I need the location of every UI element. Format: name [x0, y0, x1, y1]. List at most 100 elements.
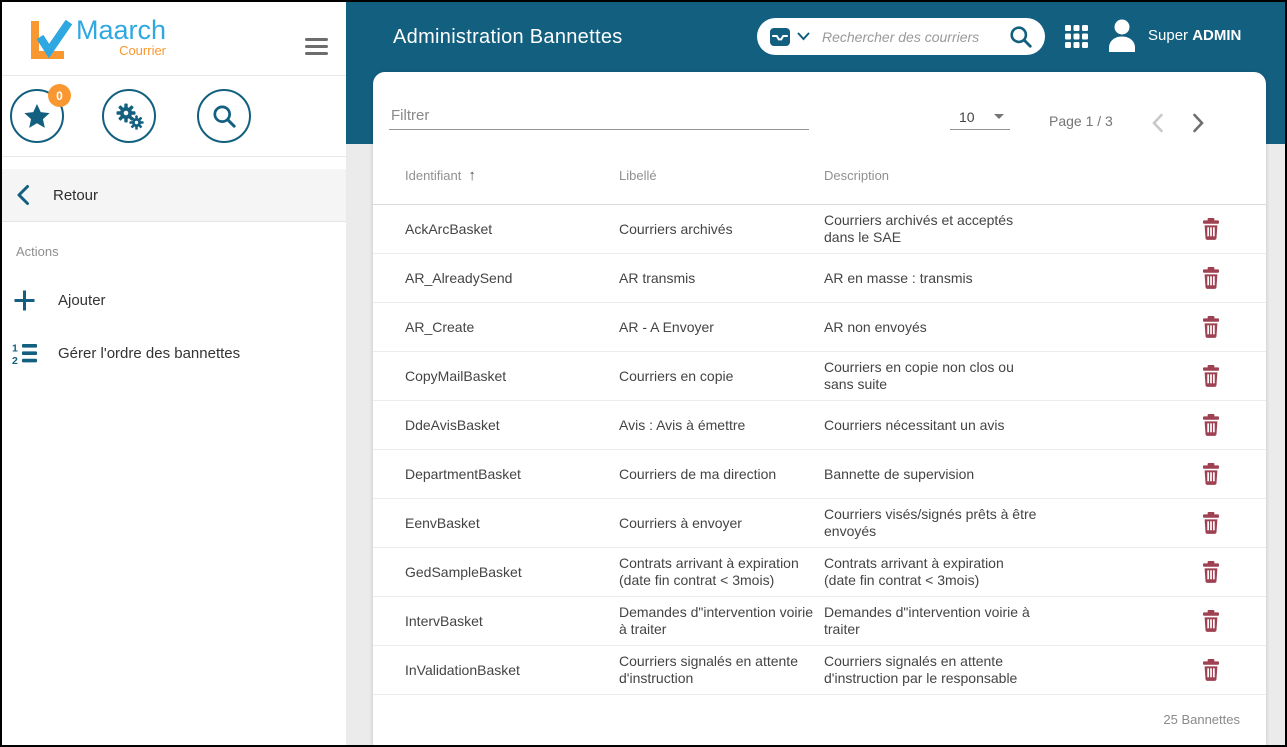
basket-identifier: IntervBasket	[405, 613, 619, 630]
sidebar-item-label: Ajouter	[58, 292, 106, 309]
table-row[interactable]: GedSampleBasketContrats arrivant à expir…	[373, 548, 1266, 597]
page-title: Administration Bannettes	[393, 26, 623, 49]
basket-description: Contrats arrivant à expiration (date fin…	[824, 555, 1165, 589]
quick-actions: 0	[2, 76, 346, 157]
delete-basket-button[interactable]	[1199, 412, 1223, 438]
filter-input[interactable]	[389, 102, 809, 130]
table-row[interactable]: AckArcBasketCourriers archivésCourriers …	[373, 205, 1266, 254]
table-row[interactable]: CopyMailBasketCourriers en copieCourrier…	[373, 352, 1266, 401]
trash-icon	[1201, 218, 1221, 240]
apps-grid-icon	[1065, 25, 1088, 48]
basket-row-actions	[1165, 314, 1266, 340]
trash-icon	[1201, 610, 1221, 632]
page-indicator: Page 1 / 3	[1049, 113, 1113, 129]
maarch-logo-icon	[28, 16, 72, 62]
chevron-right-icon	[1192, 113, 1205, 133]
sidebar-item-order-baskets[interactable]: 1 2 Gérer l'ordre des bannettes	[2, 342, 346, 365]
table-header-row: Identifiant ↑ Libellé Description	[373, 147, 1266, 205]
table-row[interactable]: DdeAvisBasketAvis : Avis à émettreCourri…	[373, 401, 1266, 450]
trash-icon	[1201, 659, 1221, 681]
basket-identifier: CopyMailBasket	[405, 368, 619, 385]
basket-identifier: EenvBasket	[405, 515, 619, 532]
basket-identifier: AR_AlreadySend	[405, 270, 619, 287]
user-menu[interactable]: Super ADMIN	[1104, 16, 1241, 54]
back-label: Retour	[53, 187, 98, 204]
basket-description: Courriers en copie non clos ou sans suit…	[824, 359, 1165, 393]
basket-row-actions	[1165, 216, 1266, 242]
user-name: Super ADMIN	[1148, 27, 1241, 44]
apps-grid-button[interactable]	[1065, 25, 1088, 51]
search-submit-button[interactable]	[1007, 23, 1035, 51]
search-icon	[1009, 25, 1033, 49]
search-circle-button[interactable]	[197, 89, 251, 143]
delete-basket-button[interactable]	[1199, 510, 1223, 536]
sort-ascending-icon: ↑	[468, 167, 476, 184]
basket-label: Courriers en copie	[619, 368, 824, 385]
delete-basket-button[interactable]	[1199, 559, 1223, 585]
basket-row-actions	[1165, 412, 1266, 438]
baskets-count: 25 Bannettes	[1163, 712, 1240, 727]
trash-icon	[1201, 267, 1221, 289]
trash-icon	[1201, 561, 1221, 583]
delete-basket-button[interactable]	[1199, 314, 1223, 340]
inbox-icon	[769, 27, 791, 47]
column-header-identifiant[interactable]: Identifiant ↑	[405, 167, 619, 184]
delete-basket-button[interactable]	[1199, 608, 1223, 634]
column-header-libelle[interactable]: Libellé	[619, 168, 824, 183]
delete-basket-button[interactable]	[1199, 216, 1223, 242]
hamburger-menu-icon[interactable]	[301, 30, 332, 63]
next-page-button[interactable]	[1190, 111, 1207, 135]
table-row[interactable]: IntervBasketDemandes d"intervention voir…	[373, 597, 1266, 646]
table-row[interactable]: EenvBasketCourriers à envoyerCourriers v…	[373, 499, 1266, 548]
delete-basket-button[interactable]	[1199, 265, 1223, 291]
caret-down-icon	[994, 114, 1004, 119]
app-window: Administration Bannettes	[0, 0, 1287, 747]
inbox-filter-dropdown[interactable]	[769, 27, 791, 47]
back-button[interactable]: Retour	[2, 169, 346, 222]
basket-description: Courriers nécessitant un avis	[824, 417, 1165, 434]
star-icon	[23, 103, 51, 130]
page-size-select[interactable]: 10	[950, 104, 1010, 130]
table-row[interactable]: DepartmentBasketCourriers de ma directio…	[373, 450, 1266, 499]
baskets-panel: 10 Page 1 / 3 Identifiant ↑ Libellé Desc…	[373, 72, 1266, 745]
basket-label: Courriers de ma direction	[619, 466, 824, 483]
svg-text:2: 2	[12, 355, 18, 365]
delete-basket-button[interactable]	[1199, 461, 1223, 487]
maarch-logo[interactable]: Maarch Courrier	[28, 16, 166, 62]
table-row[interactable]: AR_AlreadySendAR transmisAR en masse : t…	[373, 254, 1266, 303]
plus-icon	[2, 289, 46, 312]
basket-row-actions	[1165, 510, 1266, 536]
trash-icon	[1201, 414, 1221, 436]
basket-label: Avis : Avis à émettre	[619, 417, 824, 434]
basket-identifier: DepartmentBasket	[405, 466, 619, 483]
sidebar-item-label: Gérer l'ordre des bannettes	[58, 345, 240, 362]
brand-name: Maarch	[76, 16, 166, 44]
column-header-description[interactable]: Description	[824, 168, 1165, 183]
basket-identifier: InValidationBasket	[405, 662, 619, 679]
actions-section-title: Actions	[16, 244, 346, 259]
basket-identifier: GedSampleBasket	[405, 564, 619, 581]
basket-label: Courriers signalés en attente d'instruct…	[619, 653, 824, 687]
delete-basket-button[interactable]	[1199, 657, 1223, 683]
chevron-down-icon[interactable]	[797, 32, 810, 41]
basket-description: Courriers signalés en attente d'instruct…	[824, 653, 1165, 687]
search-input[interactable]	[820, 28, 1007, 46]
table-row[interactable]: InValidationBasketCourriers signalés en …	[373, 646, 1266, 695]
chevron-left-icon	[1151, 113, 1164, 133]
table-toolbar: 10 Page 1 / 3	[373, 72, 1266, 147]
user-icon	[1104, 16, 1140, 54]
previous-page-button[interactable]	[1149, 111, 1166, 135]
chevron-left-icon	[16, 184, 30, 206]
delete-basket-button[interactable]	[1199, 363, 1223, 389]
favorites-button[interactable]: 0	[10, 89, 64, 143]
settings-button[interactable]	[102, 89, 156, 143]
sidebar-item-add[interactable]: Ajouter	[2, 289, 346, 312]
basket-identifier: DdeAvisBasket	[405, 417, 619, 434]
basket-label: AR - A Envoyer	[619, 319, 824, 336]
basket-label: Contrats arrivant à expiration (date fin…	[619, 555, 824, 589]
table-row[interactable]: AR_CreateAR - A EnvoyerAR non envoyés	[373, 303, 1266, 352]
basket-identifier: AR_Create	[405, 319, 619, 336]
basket-description: Bannette de supervision	[824, 466, 1165, 483]
product-name: Courrier	[119, 44, 166, 58]
table-body: AckArcBasketCourriers archivésCourriers …	[373, 205, 1266, 695]
